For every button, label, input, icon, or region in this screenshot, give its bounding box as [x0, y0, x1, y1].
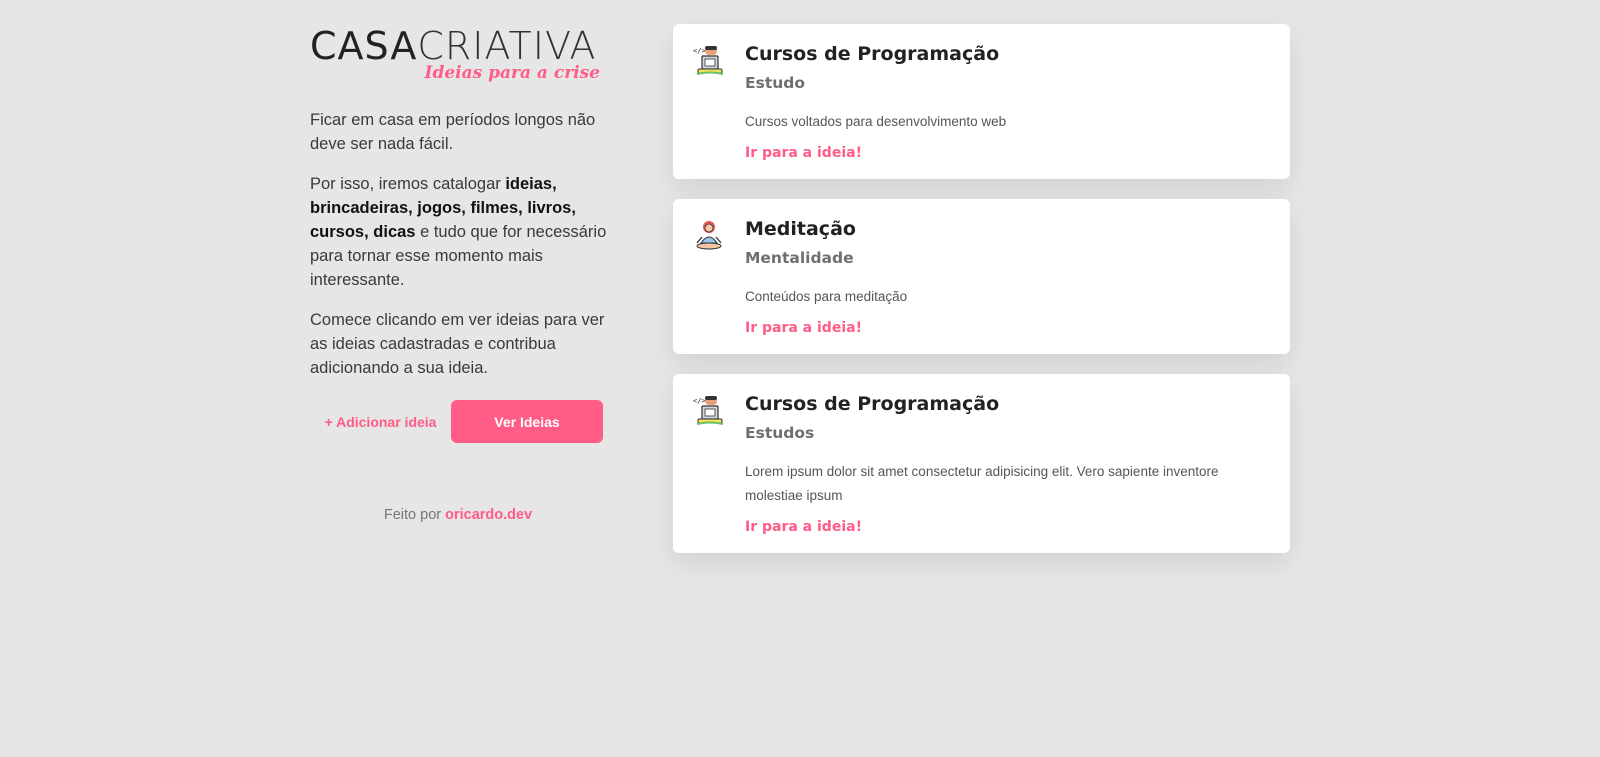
- meditation-icon: [693, 219, 725, 251]
- idea-card: Meditação Mentalidade Conteúdos para med…: [673, 199, 1290, 354]
- actions: + Adicionar ideia Ver Ideias: [310, 400, 616, 443]
- card-category: Mentalidade: [745, 249, 854, 267]
- programmer-icon: </>: [693, 44, 725, 76]
- view-ideas-button[interactable]: Ver Ideias: [451, 400, 603, 443]
- idea-card: </> Cursos de Programação Estudos Lorem …: [673, 374, 1290, 553]
- credits-prefix: Feito por: [383, 507, 446, 523]
- sidebar: CASACRIATIVA Ideias para a crise Ficar e…: [310, 24, 616, 523]
- go-to-idea-link[interactable]: Ir para a ideia!: [745, 145, 862, 161]
- intro: Ficar em casa em períodos longos não dev…: [310, 108, 616, 380]
- svg-text:</>: </>: [693, 397, 706, 405]
- card-category: Estudo: [745, 74, 806, 92]
- go-to-idea-link[interactable]: Ir para a ideia!: [745, 320, 862, 336]
- credits: Feito por oricardo.dev: [310, 507, 606, 523]
- svg-text:</>: </>: [693, 47, 706, 55]
- go-to-idea-link[interactable]: Ir para a ideia!: [745, 519, 862, 535]
- card-description: Cursos voltados para desenvolvimento web: [745, 114, 1007, 129]
- logo-part1: CASA: [310, 24, 418, 68]
- logo[interactable]: CASACRIATIVA Ideias para a crise: [310, 24, 616, 84]
- intro-p2-prefix: Por isso, iremos catalogar: [310, 175, 506, 193]
- add-idea-button[interactable]: + Adicionar ideia: [310, 414, 451, 430]
- intro-paragraph-2: Por isso, iremos catalogar ideias, brinc…: [310, 172, 616, 292]
- card-description: Conteúdos para meditação: [745, 289, 908, 304]
- card-description: Lorem ipsum dolor sit amet consectetur a…: [745, 464, 1219, 503]
- card-category: Estudos: [745, 424, 815, 442]
- card-title: Cursos de Programação: [745, 43, 1000, 65]
- ideas-list: </> Cursos de Programação Estudo Cursos …: [673, 24, 1290, 573]
- idea-card: </> Cursos de Programação Estudo Cursos …: [673, 24, 1290, 179]
- page: CASACRIATIVA Ideias para a crise Ficar e…: [0, 0, 1600, 757]
- intro-paragraph-3: Comece clicando em ver ideias para ver a…: [310, 311, 605, 377]
- programmer-icon: </>: [693, 394, 725, 426]
- card-title: Meditação: [745, 218, 856, 240]
- intro-paragraph-1: Ficar em casa em períodos longos não dev…: [310, 111, 596, 153]
- card-title: Cursos de Programação: [745, 393, 1000, 415]
- author-link[interactable]: oricardo.dev: [445, 507, 532, 523]
